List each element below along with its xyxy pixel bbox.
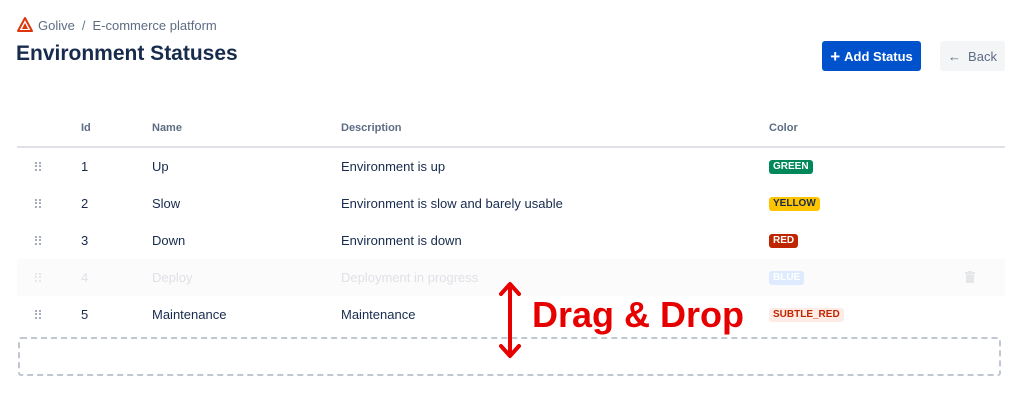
row-description: Deployment in progress <box>341 270 479 285</box>
column-header-color: Color <box>769 122 798 134</box>
row-id: 2 <box>81 196 89 211</box>
row-id: 3 <box>81 233 89 248</box>
breadcrumb-current-link[interactable]: E-commerce platform <box>92 18 216 33</box>
row-id: 1 <box>81 159 89 174</box>
drag-handle-icon[interactable] <box>35 273 41 282</box>
row-id: 4 <box>81 270 89 285</box>
add-status-button[interactable]: + Add Status <box>822 41 921 71</box>
color-lozenge: BLUE <box>769 271 805 285</box>
table-row[interactable]: 2 Slow Environment is slow and barely usab… <box>17 185 1005 222</box>
golive-logo-icon <box>17 17 33 32</box>
vertical-double-arrow-icon <box>499 282 521 358</box>
breadcrumb-root-link[interactable]: Golive <box>38 18 75 33</box>
column-header-description: Description <box>341 122 402 134</box>
page-title: Environment Statuses <box>16 42 238 65</box>
drag-handle-icon[interactable] <box>35 236 41 245</box>
column-header-name: Name <box>152 122 182 134</box>
table-row[interactable]: 1 Up Environment is up GREEN <box>17 148 1005 185</box>
add-status-label: Add Status <box>844 48 913 64</box>
breadcrumb-separator: / <box>81 17 86 33</box>
column-header-id: Id <box>81 122 91 134</box>
drag-and-drop-annotation: Drag & Drop <box>532 294 745 335</box>
back-button[interactable]: ← Back <box>940 41 1005 71</box>
color-lozenge: RED <box>769 234 799 248</box>
row-id: 5 <box>81 307 89 322</box>
environment-statuses-page: Golive / E-commerce platform Environment… <box>0 0 1024 400</box>
color-lozenge: GREEN <box>769 160 813 174</box>
row-description: Maintenance <box>341 307 416 322</box>
row-name: Slow <box>152 196 181 211</box>
plus-icon: + <box>830 46 841 66</box>
breadcrumb: Golive / E-commerce platform <box>17 17 217 33</box>
row-name: Down <box>152 233 186 248</box>
color-lozenge: YELLOW <box>769 197 820 211</box>
arrow-left-icon: ← <box>948 48 962 64</box>
drag-handle-icon[interactable] <box>35 310 41 319</box>
row-name: Maintenance <box>152 307 227 322</box>
back-label: Back <box>968 48 997 64</box>
row-description: Environment is slow and barely usable <box>341 196 563 211</box>
color-lozenge: SUBTLE_RED <box>769 308 844 322</box>
drag-handle-icon[interactable] <box>35 162 41 171</box>
table-header: Id Name Description Color <box>17 108 1005 148</box>
row-name: Up <box>152 159 169 174</box>
row-description: Environment is down <box>341 233 462 248</box>
table-row[interactable]: 3 Down Environment is down RED <box>17 222 1005 259</box>
drag-handle-icon[interactable] <box>35 199 41 208</box>
trash-icon[interactable] <box>965 271 975 283</box>
row-description: Environment is up <box>341 159 446 174</box>
row-name: Deploy <box>152 270 193 285</box>
